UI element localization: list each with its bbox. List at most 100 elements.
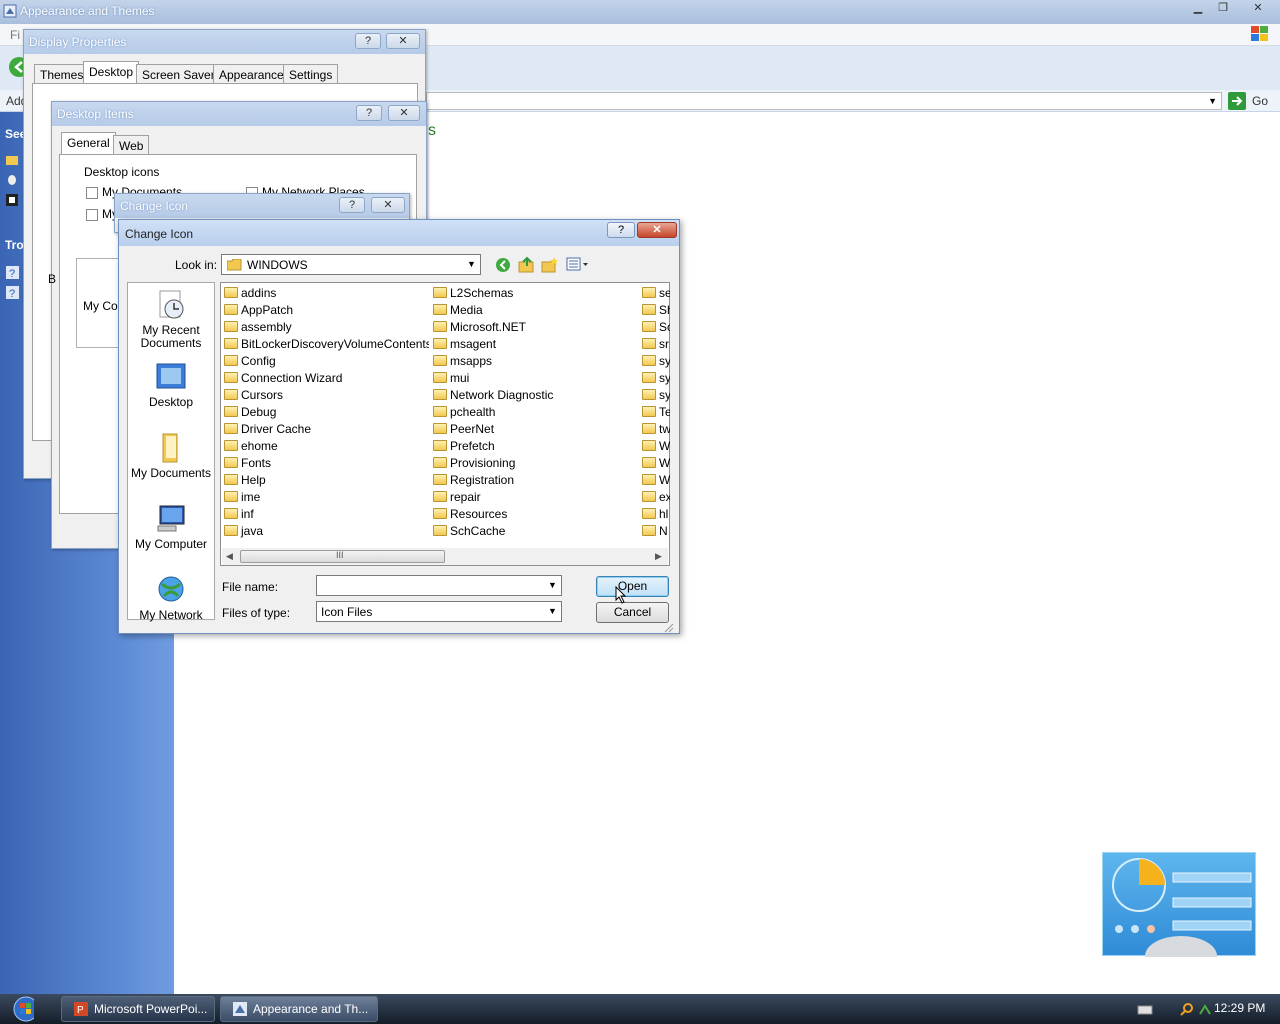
checkbox-icon[interactable] [86,208,98,221]
display-properties-titlebar[interactable]: Display Properties ? ✕ [24,30,425,54]
tab-general[interactable]: General [61,132,116,154]
file-list-item[interactable]: ehome [224,438,429,455]
help-button[interactable]: ? [355,33,381,49]
file-list-item[interactable]: Help [224,472,429,489]
file-list-item[interactable]: W [642,472,670,489]
open-button[interactable]: Open [596,576,669,597]
file-list-item[interactable]: Connection Wizard [224,370,429,387]
go-button[interactable]: Go [1228,92,1276,110]
file-list-item[interactable]: W [642,438,670,455]
keyboard-icon[interactable] [1137,1004,1153,1016]
chevron-down-icon[interactable]: ▼ [544,576,561,595]
close-button[interactable]: ✕ [371,197,405,213]
file-list-item[interactable]: ime [224,489,429,506]
file-list-item[interactable]: AppPatch [224,302,429,319]
file-list-item[interactable]: Debug [224,404,429,421]
file-list-item[interactable]: Media [433,302,638,319]
new-folder-icon[interactable] [541,256,559,273]
tab-web[interactable]: Web [113,135,150,155]
file-list-item[interactable]: Driver Cache [224,421,429,438]
tab-appearance[interactable]: Appearance [213,64,290,84]
file-list-item[interactable]: SchCache [433,523,638,540]
icon-preview-list[interactable]: My Co [76,258,120,348]
scroll-left-icon[interactable]: ◀ [226,551,233,562]
mouse-link-icon[interactable] [6,174,18,186]
folder-link-icon[interactable] [6,154,18,166]
display-link-icon[interactable] [6,194,18,206]
checkbox-icon[interactable] [86,186,98,199]
address-input[interactable]: ▼ [426,92,1222,110]
file-list-item[interactable]: ex [642,489,670,506]
place-my-network[interactable]: My Network [128,574,214,622]
file-list-item[interactable]: L2Schemas [433,285,638,302]
help-link-icon[interactable]: ? [6,266,19,279]
file-list-item[interactable]: Te [642,404,670,421]
file-list-item[interactable]: se [642,285,670,302]
file-list-item[interactable]: sy [642,353,670,370]
close-button[interactable]: ✕ [386,33,420,49]
taskbar-clock[interactable]: 12:29 PM [1214,1001,1265,1015]
menu-file[interactable]: Fi [10,28,20,42]
view-menu-icon[interactable] [566,257,590,272]
chevron-down-icon[interactable]: ▼ [463,255,480,274]
file-list-item[interactable]: N [642,523,670,540]
scroll-right-icon[interactable]: ▶ [655,551,662,562]
file-list-item[interactable]: W [642,455,670,472]
desktop-items-titlebar[interactable]: Desktop Items ? ✕ [52,102,426,126]
taskbar-button-appearance[interactable]: Appearance and Th... [220,996,378,1022]
file-list-item[interactable]: Network Diagnostic [433,387,638,404]
file-list-item[interactable]: assembly [224,319,429,336]
file-list-item[interactable]: Sc [642,319,670,336]
cpu-meter-gadget[interactable] [1102,852,1256,957]
place-my-computer[interactable]: My Computer [128,503,214,551]
file-list-item[interactable]: Prefetch [433,438,638,455]
change-icon-titlebar[interactable]: Change Icon ? ✕ [119,220,679,246]
taskbar-button-powerpoint[interactable]: P Microsoft PowerPoi... [61,996,215,1022]
file-list-item[interactable]: Registration [433,472,638,489]
start-button[interactable] [4,996,44,1022]
cancel-button[interactable]: Cancel [596,602,669,623]
file-name-combobox[interactable]: ▼ [316,575,562,596]
file-list-item[interactable]: Microsoft.NET [433,319,638,336]
file-list-item[interactable]: pchealth [433,404,638,421]
file-list-item[interactable]: Provisioning [433,455,638,472]
file-list-item[interactable]: tw [642,421,670,438]
file-list-item[interactable]: Config [224,353,429,370]
close-button[interactable]: ✕ [388,105,420,121]
place-my-recent-documents[interactable]: My Recent Documents [128,289,214,350]
place-desktop[interactable]: Desktop [128,361,214,409]
files-of-type-combobox[interactable]: Icon Files ▼ [316,601,562,622]
file-list-item[interactable]: Resources [433,506,638,523]
tab-themes[interactable]: Themes [34,64,90,84]
file-list-item[interactable]: inf [224,506,429,523]
file-list-item[interactable]: sy [642,387,670,404]
tab-settings[interactable]: Settings [283,64,339,84]
file-list-item[interactable]: Cursors [224,387,429,404]
file-list-item[interactable]: msagent [433,336,638,353]
up-folder-icon[interactable] [518,256,535,273]
help-link-icon[interactable]: ? [6,286,19,299]
change-icon-background-titlebar[interactable]: Change Icon ? ✕ [115,194,409,218]
help-button[interactable]: ? [356,105,382,121]
help-button[interactable]: ? [339,197,365,213]
file-list-item[interactable]: msapps [433,353,638,370]
tab-desktop[interactable]: Desktop [83,61,140,83]
restore-button[interactable]: ❐ [1211,1,1235,16]
back-icon[interactable] [495,257,511,273]
close-button[interactable]: ✕ [637,222,677,238]
file-list-item[interactable]: sy [642,370,670,387]
file-list-item[interactable]: repair [433,489,638,506]
help-button[interactable]: ? [607,222,635,238]
file-list-item[interactable]: Sh [642,302,670,319]
tab-screen-saver[interactable]: Screen Saver [136,64,221,84]
search-icon[interactable] [1180,1002,1194,1016]
look-in-combobox[interactable]: WINDOWS ▼ [221,254,481,275]
minimize-button[interactable]: ▁ [1186,1,1210,16]
file-list-item[interactable]: java [224,523,429,540]
scrollbar-thumb[interactable]: III [240,550,445,563]
file-list-item[interactable]: Fonts [224,455,429,472]
resize-grip-icon[interactable] [662,621,674,633]
file-list-item[interactable]: hl [642,506,670,523]
file-list-item[interactable]: PeerNet [433,421,638,438]
file-list[interactable]: addins AppPatch assembly BitLockerDiscovery… [220,282,670,566]
